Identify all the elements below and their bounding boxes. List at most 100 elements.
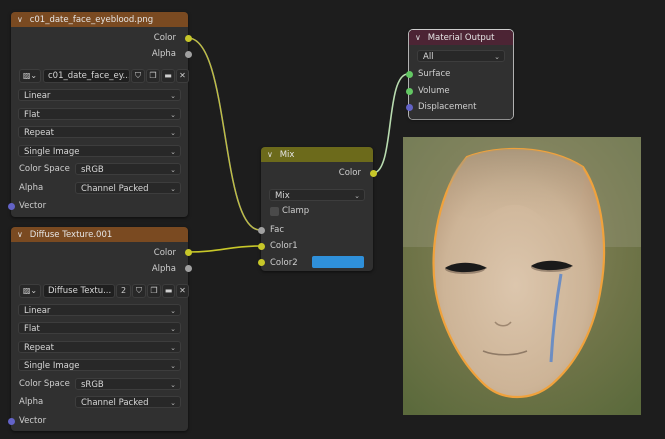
- chevron-down-icon: ⌄: [170, 307, 176, 315]
- chevron-down-icon: ⌄: [170, 92, 176, 100]
- clamp-checkbox[interactable]: [270, 207, 279, 216]
- output-color-label: Color: [153, 33, 176, 43]
- color-space-dropdown[interactable]: sRGB ⌄: [75, 378, 181, 390]
- interpolation-dropdown[interactable]: Linear ⌄: [18, 304, 181, 316]
- projection-dropdown[interactable]: Flat ⌄: [18, 108, 181, 120]
- input-volume-label: Volume: [418, 86, 450, 96]
- color-space-value: sRGB: [81, 165, 104, 175]
- unlink-close-icon[interactable]: ✕: [176, 69, 189, 83]
- duplicate-image-icon[interactable]: ❐: [147, 284, 161, 298]
- duplicate-image-icon[interactable]: ❐: [146, 69, 160, 83]
- image-browse-icon[interactable]: ▨⌄: [19, 284, 41, 298]
- output-color-label: Color: [338, 168, 361, 178]
- input-vector-label: Vector: [19, 201, 47, 211]
- extension-dropdown[interactable]: Repeat ⌄: [18, 341, 181, 353]
- image-name-field[interactable]: Diffuse Textu...: [43, 284, 115, 298]
- output-target-dropdown[interactable]: All ⌄: [417, 50, 505, 62]
- clamp-label: Clamp: [282, 206, 310, 216]
- node-header[interactable]: ∨ c01_date_face_eyeblood.png: [11, 12, 188, 27]
- material-output-node[interactable]: ∨ Material Output All ⌄ Surface Volume Di…: [409, 30, 513, 119]
- interpolation-value: Linear: [24, 91, 51, 101]
- mix-color2-input-socket[interactable]: [257, 258, 265, 266]
- chevron-down-icon: ⌄: [170, 344, 176, 352]
- mix-color-output-socket[interactable]: [369, 169, 377, 177]
- image-browse-icon[interactable]: ▨⌄: [19, 69, 41, 83]
- output-volume-input-socket[interactable]: [405, 87, 413, 95]
- extension-value: Repeat: [24, 128, 54, 138]
- color2-swatch[interactable]: [312, 256, 364, 268]
- node-title: Diffuse Texture.001: [29, 230, 113, 240]
- chevron-down-icon: ⌄: [170, 129, 176, 137]
- image-texture-node-diffuse[interactable]: ∨ Diffuse Texture.001 Color Alpha ▨⌄ Dif…: [11, 227, 189, 431]
- color-space-label: Color Space: [19, 379, 70, 389]
- color-space-dropdown[interactable]: sRGB ⌄: [75, 163, 181, 175]
- image-selector[interactable]: ▨⌄ Diffuse Textu... 2 ⛉ ❐ ▬ ✕: [19, 284, 189, 298]
- blend-type-dropdown[interactable]: Mix ⌄: [269, 189, 365, 201]
- output-alpha-label: Alpha: [151, 49, 176, 59]
- input-color1-label: Color1: [270, 241, 298, 251]
- collapse-chevron-icon[interactable]: ∨: [17, 12, 27, 27]
- chevron-down-icon: ⌄: [170, 381, 176, 389]
- node-header[interactable]: ∨ Material Output: [409, 30, 513, 45]
- extension-value: Repeat: [24, 343, 54, 353]
- output-displacement-input-socket[interactable]: [405, 103, 413, 111]
- node-header[interactable]: ∨ Mix: [261, 147, 373, 162]
- chevron-down-icon: ⌄: [494, 53, 500, 61]
- chevron-down-icon: ⌄: [170, 325, 176, 333]
- blend-type-value: Mix: [275, 191, 290, 201]
- image-name-field[interactable]: c01_date_face_ey...: [43, 69, 130, 83]
- image2-color-output-socket[interactable]: [184, 248, 192, 256]
- image1-alpha-output-socket[interactable]: [184, 50, 192, 58]
- collapse-chevron-icon[interactable]: ∨: [267, 147, 277, 162]
- output-color-label: Color: [153, 248, 176, 258]
- node-title: Mix: [279, 150, 295, 160]
- projection-dropdown[interactable]: Flat ⌄: [18, 322, 181, 334]
- output-surface-input-socket[interactable]: [405, 70, 413, 78]
- fake-user-shield-icon[interactable]: ⛉: [132, 284, 146, 298]
- open-folder-icon[interactable]: ▬: [162, 284, 175, 298]
- interpolation-value: Linear: [24, 306, 51, 316]
- color-space-value: sRGB: [81, 380, 104, 390]
- mix-rgb-node[interactable]: ∨ Mix Color Mix ⌄ Clamp Fac Color1 Color2: [261, 147, 373, 271]
- image1-color-output-socket[interactable]: [184, 34, 192, 42]
- alpha-mode-label: Alpha: [19, 183, 44, 193]
- chevron-down-icon: ⌄: [170, 399, 176, 407]
- chevron-down-icon: ⌄: [170, 166, 176, 174]
- collapse-chevron-icon[interactable]: ∨: [17, 227, 27, 242]
- alpha-mode-dropdown[interactable]: Channel Packed ⌄: [75, 396, 181, 408]
- input-vector-label: Vector: [19, 416, 47, 426]
- output-alpha-label: Alpha: [151, 264, 176, 274]
- source-dropdown[interactable]: Single Image ⌄: [18, 359, 181, 371]
- image1-vector-input-socket[interactable]: [7, 202, 15, 210]
- fake-user-shield-icon[interactable]: ⛉: [131, 69, 145, 83]
- chevron-down-icon: ⌄: [170, 185, 176, 193]
- node-header[interactable]: ∨ Diffuse Texture.001: [11, 227, 188, 242]
- source-value: Single Image: [24, 147, 80, 157]
- chevron-down-icon: ⌄: [170, 362, 176, 370]
- input-displacement-label: Displacement: [418, 102, 477, 112]
- mix-fac-input-socket[interactable]: [257, 226, 265, 234]
- input-fac-label: Fac: [270, 225, 284, 235]
- image2-alpha-output-socket[interactable]: [184, 264, 192, 272]
- image-texture-node-eyeblood[interactable]: ∨ c01_date_face_eyeblood.png Color Alpha…: [11, 12, 189, 217]
- interpolation-dropdown[interactable]: Linear ⌄: [18, 89, 181, 101]
- face-texture-illustration: [403, 137, 641, 415]
- input-surface-label: Surface: [418, 69, 451, 79]
- user-count-badge[interactable]: 2: [116, 284, 131, 298]
- source-dropdown[interactable]: Single Image ⌄: [18, 145, 181, 157]
- alpha-mode-dropdown[interactable]: Channel Packed ⌄: [75, 182, 181, 194]
- color-space-label: Color Space: [19, 164, 70, 174]
- texture-preview-image: [403, 137, 641, 415]
- alpha-mode-value: Channel Packed: [81, 184, 149, 194]
- extension-dropdown[interactable]: Repeat ⌄: [18, 126, 181, 138]
- chevron-down-icon: ⌄: [170, 148, 176, 156]
- open-folder-icon[interactable]: ▬: [161, 69, 175, 83]
- image2-vector-input-socket[interactable]: [7, 417, 15, 425]
- node-title: Material Output: [427, 33, 495, 43]
- mix-color1-input-socket[interactable]: [257, 242, 265, 250]
- node-title: c01_date_face_eyeblood.png: [29, 15, 154, 25]
- image-selector[interactable]: ▨⌄ c01_date_face_ey... ⛉ ❐ ▬ ✕: [19, 69, 189, 83]
- output-target-value: All: [423, 52, 434, 62]
- unlink-close-icon[interactable]: ✕: [176, 284, 189, 298]
- collapse-chevron-icon[interactable]: ∨: [415, 30, 425, 45]
